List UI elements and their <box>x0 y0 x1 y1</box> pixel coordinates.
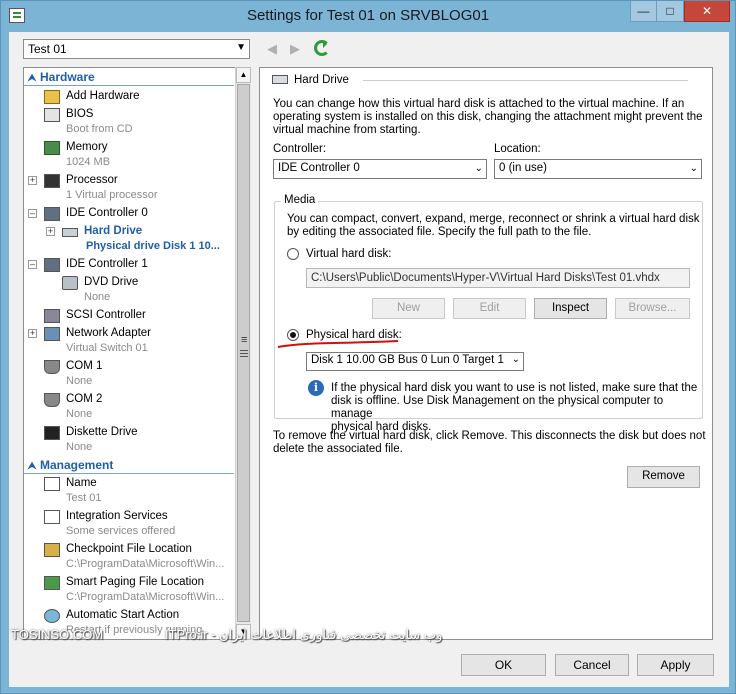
collapse-ide1-toggle[interactable]: – <box>28 260 37 269</box>
location-select[interactable]: 0 (in use) ⌄ <box>494 159 702 179</box>
collapse-ide0-toggle[interactable]: – <box>28 209 37 218</box>
integration-services-icon <box>44 510 60 524</box>
name-document-icon <box>44 477 60 491</box>
scrollbar-thumb[interactable] <box>237 84 250 622</box>
management-section-header[interactable]: ⮝ Management <box>24 458 234 474</box>
apply-button[interactable]: Apply <box>637 654 714 676</box>
tree-scrollbar[interactable]: ▲ ▼ <box>235 67 251 640</box>
hard-drive-icon <box>272 75 288 85</box>
com-port-icon <box>44 393 60 407</box>
name-subtext: Test 01 <box>66 492 102 504</box>
window-title: Settings for Test 01 on SRVBLOG01 <box>246 7 490 24</box>
watermark-left: TOSINSO.COM <box>11 627 104 642</box>
refresh-icon[interactable] <box>314 40 330 56</box>
chevron-down-icon: ⌄ <box>511 354 520 365</box>
title-bar[interactable]: Settings for Test 01 on SRVBLOG01 — □ ✕ <box>1 1 735 31</box>
header-divider <box>363 80 688 81</box>
expand-processor-toggle[interactable]: + <box>28 176 37 185</box>
dvd-drive-icon <box>62 276 78 290</box>
media-group-title: Media <box>281 194 319 206</box>
bios-subtext: Boot from CD <box>66 123 133 135</box>
bios-icon <box>44 108 60 122</box>
vhd-path-field[interactable]: C:\Users\Public\Documents\Hyper-V\Virtua… <box>306 268 690 288</box>
remove-button[interactable]: Remove <box>627 466 700 488</box>
processor-subtext: 1 Virtual processor <box>66 189 158 201</box>
minimize-button[interactable]: — <box>630 1 657 22</box>
checkpoint-folder-icon <box>44 543 60 557</box>
scroll-up-icon[interactable]: ▲ <box>236 67 251 83</box>
scsi-controller-icon <box>44 309 60 323</box>
panel-title: Hard Drive <box>294 74 349 86</box>
edit-button[interactable]: Edit <box>453 298 526 319</box>
panel-header: Hard Drive <box>272 74 349 86</box>
diskette-subtext: None <box>66 441 93 453</box>
collapse-chevron-icon: ⮝ <box>27 461 37 472</box>
chevron-down-icon: ⌄ <box>689 163 698 174</box>
media-group: Media You can compact, convert, expand, … <box>274 194 703 433</box>
location-label: Location: <box>494 143 541 155</box>
close-button[interactable]: ✕ <box>684 1 730 22</box>
attachment-description: You can change how this virtual hard dis… <box>273 98 703 136</box>
forward-arrow-icon[interactable]: ▶ <box>290 41 300 57</box>
vm-selector[interactable]: Test 01 ▼ <box>23 39 250 59</box>
expand-hard-drive-toggle[interactable]: + <box>46 227 55 236</box>
maximize-button[interactable]: □ <box>657 1 684 22</box>
memory-icon <box>44 141 60 155</box>
chevron-down-icon: ⌄ <box>474 163 483 174</box>
ok-button[interactable]: OK <box>461 654 546 676</box>
back-arrow-icon[interactable]: ◀ <box>267 41 277 57</box>
hard-drive-panel: Hard Drive You can change how this virtu… <box>259 67 713 640</box>
red-underline-annotation <box>277 340 399 348</box>
smart-paging-icon <box>44 576 60 590</box>
chevron-down-icon: ▼ <box>236 42 246 53</box>
diskette-drive-icon <box>44 426 60 440</box>
dvd-subtext: None <box>84 291 111 303</box>
integration-subtext: Some services offered <box>66 525 176 537</box>
controller-label: Controller: <box>273 143 327 155</box>
network-subtext: Virtual Switch 01 <box>66 342 148 354</box>
watermark-right: وب سایت تخصصی فناوری اطلاعات ایران - ITP… <box>165 627 443 642</box>
network-adapter-icon <box>44 327 60 341</box>
cancel-button[interactable]: Cancel <box>555 654 629 676</box>
hard-drive-subtext: Physical drive Disk 1 10... <box>86 240 220 252</box>
automatic-start-icon <box>44 609 60 623</box>
com2-subtext: None <box>66 408 93 420</box>
info-icon: i <box>308 380 324 396</box>
com-port-icon <box>44 360 60 374</box>
hardware-section-header[interactable]: ⮝ Hardware <box>24 70 234 86</box>
ide-controller-icon <box>44 207 60 221</box>
browse-button[interactable]: Browse... <box>615 298 690 319</box>
collapse-chevron-icon: ⮝ <box>27 73 37 84</box>
virtual-hard-disk-label: Virtual hard disk: <box>306 248 392 260</box>
checkpoint-subtext: C:\ProgramData\Microsoft\Win... <box>66 558 225 570</box>
pane-splitter-grip-icon[interactable]: ≡ <box>241 334 247 346</box>
remove-description: To remove the virtual hard disk, click R… <box>273 430 706 455</box>
expand-network-toggle[interactable]: + <box>28 329 37 338</box>
inspect-button[interactable]: Inspect <box>534 298 607 319</box>
virtual-hard-disk-radio[interactable] <box>287 248 299 260</box>
grip-icon <box>240 350 248 357</box>
settings-tree: ⮝ Hardware Add Hardware BIOS Boot from CD… <box>23 67 251 640</box>
hard-drive-icon <box>62 228 78 237</box>
smart-paging-subtext: C:\ProgramData\Microsoft\Win... <box>66 591 225 603</box>
ide-controller-icon <box>44 258 60 272</box>
physical-disk-info: If the physical hard disk you want to us… <box>331 382 698 433</box>
controller-select[interactable]: IDE Controller 0 ⌄ <box>273 159 487 179</box>
vm-selector-value: Test 01 <box>28 42 67 56</box>
add-hardware-icon <box>44 90 60 104</box>
memory-subtext: 1024 MB <box>66 156 111 168</box>
physical-disk-select[interactable]: Disk 1 10.00 GB Bus 0 Lun 0 Target 1 ⌄ <box>306 352 524 371</box>
com1-subtext: None <box>66 375 93 387</box>
new-button[interactable]: New <box>372 298 445 319</box>
settings-window: Settings for Test 01 on SRVBLOG01 — □ ✕ … <box>0 0 736 694</box>
dialog-client: Test 01 ▼ ◀ ▶ ⮝ Hardware Add Hardware BIO… <box>9 32 729 687</box>
media-description: You can compact, convert, expand, merge,… <box>287 213 700 238</box>
processor-icon <box>44 174 60 188</box>
